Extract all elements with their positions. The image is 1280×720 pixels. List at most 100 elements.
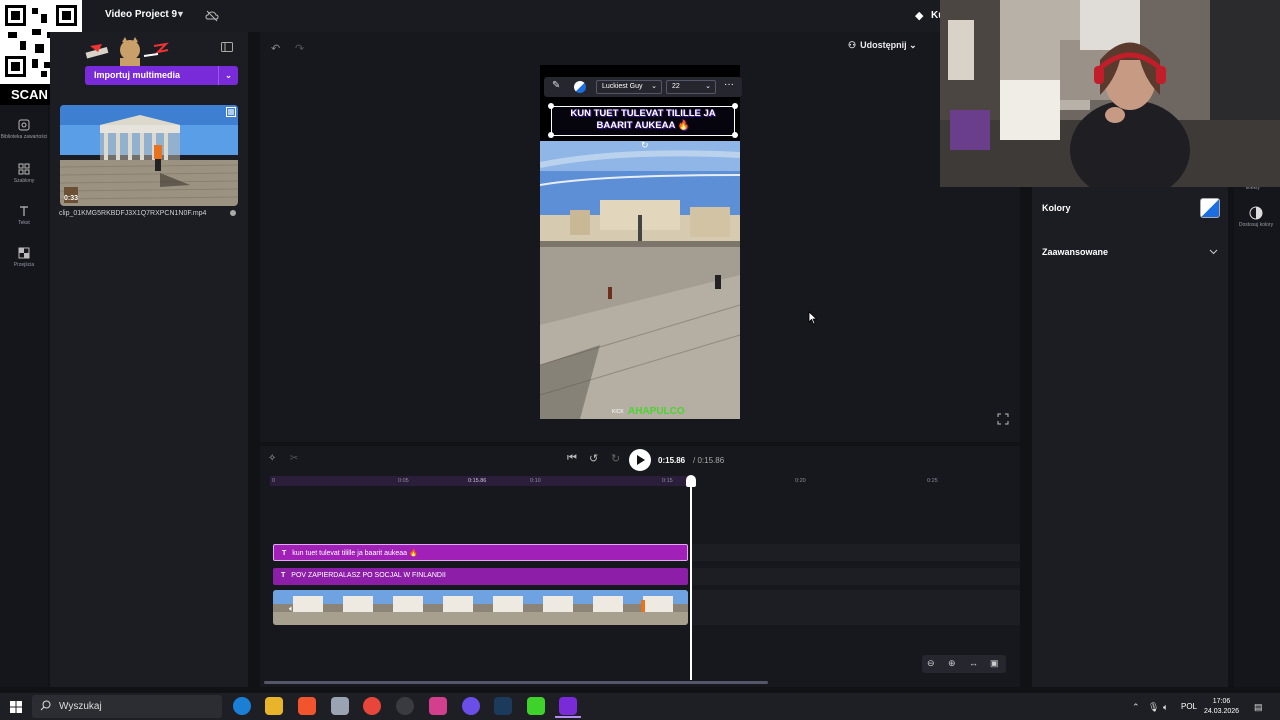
- magic-edit-icon[interactable]: ✧: [268, 453, 276, 464]
- resize-handle[interactable]: [548, 132, 554, 138]
- text-clip-label: kun tuet tulevat tilille ja baarit aukea…: [292, 550, 418, 557]
- collapse-panel-icon[interactable]: [221, 42, 233, 52]
- select-checkbox-icon[interactable]: [226, 107, 236, 117]
- rail-label-text: Tekst: [18, 220, 30, 226]
- ruler-tick: 0:25: [927, 478, 938, 484]
- playhead-handle[interactable]: [686, 475, 696, 487]
- text-clip-label: POV ZAPIERDALASZ PO SOCJAL W FINLANDII: [291, 572, 446, 579]
- media-thumbnail[interactable]: [60, 105, 238, 206]
- text-toolbar: ✎ Luckiest Guy ⌄ 22 ⌄ ···: [544, 77, 742, 97]
- video-clip[interactable]: 🔈︎: [273, 590, 688, 625]
- split-icon[interactable]: ✂: [290, 453, 298, 464]
- notifications-icon[interactable]: ▤: [1254, 702, 1263, 713]
- windows-start-icon[interactable]: [10, 701, 22, 713]
- library-icon: [18, 119, 30, 131]
- text-clip-icon: T: [282, 550, 287, 557]
- undo-icon[interactable]: ↶: [271, 42, 280, 55]
- brave-icon[interactable]: [298, 697, 316, 715]
- app-icon[interactable]: [331, 697, 349, 715]
- clipchamp-icon[interactable]: [559, 697, 577, 715]
- forward-icon[interactable]: ↻: [611, 452, 620, 465]
- project-title[interactable]: Video Project 9: [105, 9, 177, 20]
- play-icon: [637, 455, 645, 465]
- adjust-colors-icon[interactable]: [1249, 206, 1263, 220]
- left-rail: Biblioteka zawartości Szablony Tekst Prz…: [0, 105, 48, 687]
- templates-icon: [18, 163, 30, 175]
- ruler-tick: 0: [272, 478, 276, 484]
- text-clip-icon: T: [281, 572, 286, 579]
- text-icon: [20, 206, 28, 216]
- more-options-icon[interactable]: ···: [724, 79, 734, 90]
- font-size-value: 22: [672, 83, 680, 90]
- tray-chevron-up-icon[interactable]: ⌃: [1132, 702, 1140, 713]
- clip-used-indicator: [230, 210, 236, 216]
- import-dropdown-icon[interactable]: ⌄: [218, 66, 238, 85]
- clip-duration: 0:33: [64, 195, 79, 202]
- expand-timeline-icon[interactable]: ▣: [990, 658, 999, 669]
- caption-text[interactable]: KUN TUET TULEVAT TILILLE JA BAARIT AUKEA…: [553, 108, 733, 132]
- font-family-value: Luckiest Guy: [602, 83, 643, 90]
- track-row: [690, 544, 1020, 561]
- fullscreen-icon[interactable]: [997, 413, 1009, 425]
- color-picker-swatch[interactable]: [1200, 198, 1220, 218]
- app-icon[interactable]: [429, 697, 447, 715]
- rail-item-text[interactable]: Tekst: [0, 205, 48, 226]
- cloud-off-icon[interactable]: [205, 9, 219, 23]
- ruler-tick: 0:15.86: [468, 478, 487, 484]
- kick-icon[interactable]: [527, 697, 545, 715]
- search-placeholder: Wyszukaj: [59, 701, 102, 712]
- clip-filename: clip_01KMG5RKBDFJ3X1Q7RXPCN1N0F.mp4: [59, 210, 207, 217]
- webcam-overlay: [940, 0, 1280, 187]
- chevron-down-icon: ⌄: [705, 83, 711, 90]
- language-indicator[interactable]: POL: [1181, 702, 1197, 711]
- zoom-out-icon[interactable]: ⊖: [927, 658, 935, 669]
- rail-item-library[interactable]: Biblioteka zawartości: [0, 119, 48, 140]
- font-family-dropdown[interactable]: Luckiest Guy ⌄: [596, 80, 662, 94]
- fit-timeline-icon[interactable]: ↔: [969, 658, 978, 668]
- watermark-kick: KICK: [612, 409, 624, 415]
- chevron-down-icon[interactable]: [1209, 247, 1218, 256]
- font-size-dropdown[interactable]: 22 ⌄: [666, 80, 716, 94]
- active-app-indicator: [555, 716, 581, 718]
- text-clip[interactable]: T POV ZAPIERDALASZ PO SOCJAL W FINLANDII: [273, 568, 688, 585]
- rail-label-library: Biblioteka zawartości: [0, 134, 48, 140]
- transitions-icon: [18, 247, 30, 259]
- chrome-icon[interactable]: [363, 697, 381, 715]
- timeline-scrollbar[interactable]: [264, 681, 768, 684]
- rewind-icon[interactable]: ↺: [589, 452, 598, 465]
- rail-item-transitions[interactable]: Przejścia: [0, 247, 48, 268]
- file-explorer-icon[interactable]: [265, 697, 283, 715]
- text-clip[interactable]: Tkun tuet tulevat tilille ja baarit auke…: [273, 544, 688, 561]
- advanced-section-label[interactable]: Zaawansowane: [1042, 247, 1108, 257]
- clock-date: 24.03.2026: [1204, 708, 1240, 715]
- obs-icon[interactable]: [396, 697, 414, 715]
- skip-back-icon[interactable]: ⏮: [567, 452, 577, 465]
- import-media-button[interactable]: Importuj multimedia ⌄: [85, 66, 238, 85]
- playhead[interactable]: [690, 480, 692, 680]
- colors-section-label[interactable]: Kolory: [1042, 203, 1071, 213]
- adjust-colors-label: Dostosuj kolory: [1238, 222, 1274, 228]
- text-color-icon[interactable]: [574, 81, 586, 93]
- project-dropdown-icon[interactable]: ▼: [176, 9, 185, 19]
- watermark-channel: AHAPULCO: [628, 406, 685, 417]
- volume-icon[interactable]: 🔈︎: [1163, 702, 1168, 713]
- zoom-in-icon[interactable]: ⊕: [948, 658, 956, 669]
- steam-icon[interactable]: [494, 697, 512, 715]
- edit-pencil-icon[interactable]: ✎: [552, 80, 560, 91]
- share-button[interactable]: ⚇ Udostępnij ⌄: [848, 40, 933, 58]
- resize-handle[interactable]: [732, 132, 738, 138]
- redo-icon[interactable]: ↷: [295, 42, 304, 55]
- app-icon[interactable]: [462, 697, 480, 715]
- ruler-tick: 0:10: [530, 478, 541, 484]
- right-rail: [1234, 187, 1280, 687]
- play-button[interactable]: [629, 449, 651, 471]
- timeline-zoom-controls: ⊖ ⊕ ↔ ▣: [922, 655, 1006, 673]
- clock[interactable]: 17:06 24.03.2026: [1204, 697, 1239, 717]
- rail-item-templates[interactable]: Szablony: [0, 163, 48, 184]
- microphone-icon[interactable]: 🎙︎: [1148, 702, 1159, 713]
- svg-text:🔈︎: 🔈︎: [289, 604, 294, 613]
- rotate-icon[interactable]: ↻: [641, 140, 649, 151]
- taskbar-search[interactable]: Wyszukaj: [32, 695, 222, 718]
- premium-gem-icon[interactable]: ◆: [915, 9, 923, 22]
- edge-icon[interactable]: [233, 697, 251, 715]
